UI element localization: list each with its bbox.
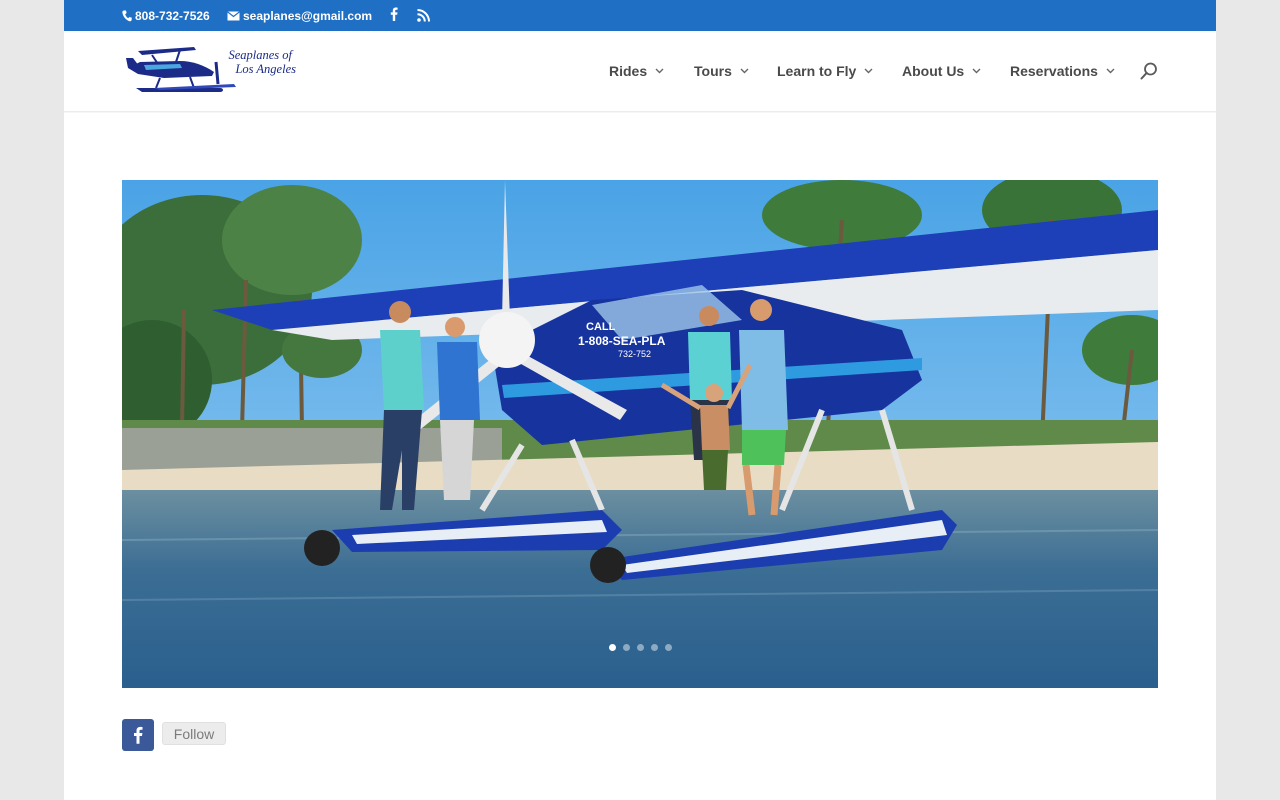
follow-button[interactable]: Follow bbox=[162, 722, 226, 745]
site-header: Seaplanes of Los Angeles Rides Tours Lea… bbox=[64, 31, 1216, 112]
chevron-down-icon bbox=[864, 68, 873, 74]
plane-text-call: CALL bbox=[586, 321, 616, 333]
chevron-down-icon bbox=[740, 68, 749, 74]
nav-item-label: Reservations bbox=[1010, 63, 1098, 79]
slider-dot-3[interactable] bbox=[636, 644, 644, 651]
logo-line-1: Seaplanes of bbox=[228, 48, 292, 62]
nav-item-rides[interactable]: Rides bbox=[609, 63, 664, 79]
mail-icon bbox=[227, 11, 240, 21]
site-logo[interactable]: Seaplanes of Los Angeles bbox=[124, 44, 296, 94]
nav-item-reservations[interactable]: Reservations bbox=[1010, 63, 1115, 79]
nav-item-tours[interactable]: Tours bbox=[694, 63, 749, 79]
chevron-down-icon bbox=[1106, 68, 1115, 74]
facebook-icon bbox=[134, 726, 143, 744]
top-contact-bar: 808-732-7526 seaplanes@gmail.com bbox=[64, 0, 1216, 31]
rss-link[interactable] bbox=[417, 8, 430, 22]
logo-text: Seaplanes of Los Angeles bbox=[202, 48, 296, 76]
logo-line-2: Los Angeles bbox=[235, 62, 296, 76]
chevron-down-icon bbox=[972, 68, 981, 74]
slider-dot-2[interactable] bbox=[622, 644, 630, 651]
chevron-down-icon bbox=[655, 68, 664, 74]
email-address: seaplanes@gmail.com bbox=[243, 9, 373, 23]
slider-dot-5[interactable] bbox=[664, 644, 672, 651]
phone-number: 808-732-7526 bbox=[135, 9, 210, 23]
email-link[interactable]: seaplanes@gmail.com bbox=[227, 9, 372, 23]
phone-icon bbox=[122, 10, 132, 22]
search-icon bbox=[1140, 62, 1157, 80]
slider-dot-4[interactable] bbox=[650, 644, 658, 651]
nav-item-about-us[interactable]: About Us bbox=[902, 63, 981, 79]
plane-text-number: 1-808-SEA-PLA bbox=[578, 334, 666, 348]
slider-pagination bbox=[122, 644, 1158, 652]
nav-item-learn-to-fly[interactable]: Learn to Fly bbox=[777, 63, 873, 79]
slider-dot-1[interactable] bbox=[608, 644, 616, 651]
plane-text-secondary: 732-752 bbox=[618, 349, 651, 359]
rss-icon bbox=[417, 8, 430, 22]
phone-link[interactable]: 808-732-7526 bbox=[122, 9, 210, 23]
hero-slider[interactable]: CALL 1-808-SEA-PLA 732-752 bbox=[122, 180, 1158, 688]
nav-item-label: Learn to Fly bbox=[777, 63, 857, 79]
facebook-link[interactable] bbox=[390, 7, 398, 21]
search-button[interactable] bbox=[1140, 62, 1158, 80]
nav-item-label: About Us bbox=[902, 63, 965, 79]
facebook-follow-button[interactable] bbox=[122, 719, 154, 751]
hero-photo: CALL 1-808-SEA-PLA 732-752 bbox=[122, 180, 1158, 688]
nav-item-label: Tours bbox=[694, 63, 732, 79]
facebook-icon bbox=[390, 7, 398, 21]
nav-item-label: Rides bbox=[609, 63, 648, 79]
page: 808-732-7526 seaplanes@gmail.com Seaplan… bbox=[64, 0, 1216, 800]
